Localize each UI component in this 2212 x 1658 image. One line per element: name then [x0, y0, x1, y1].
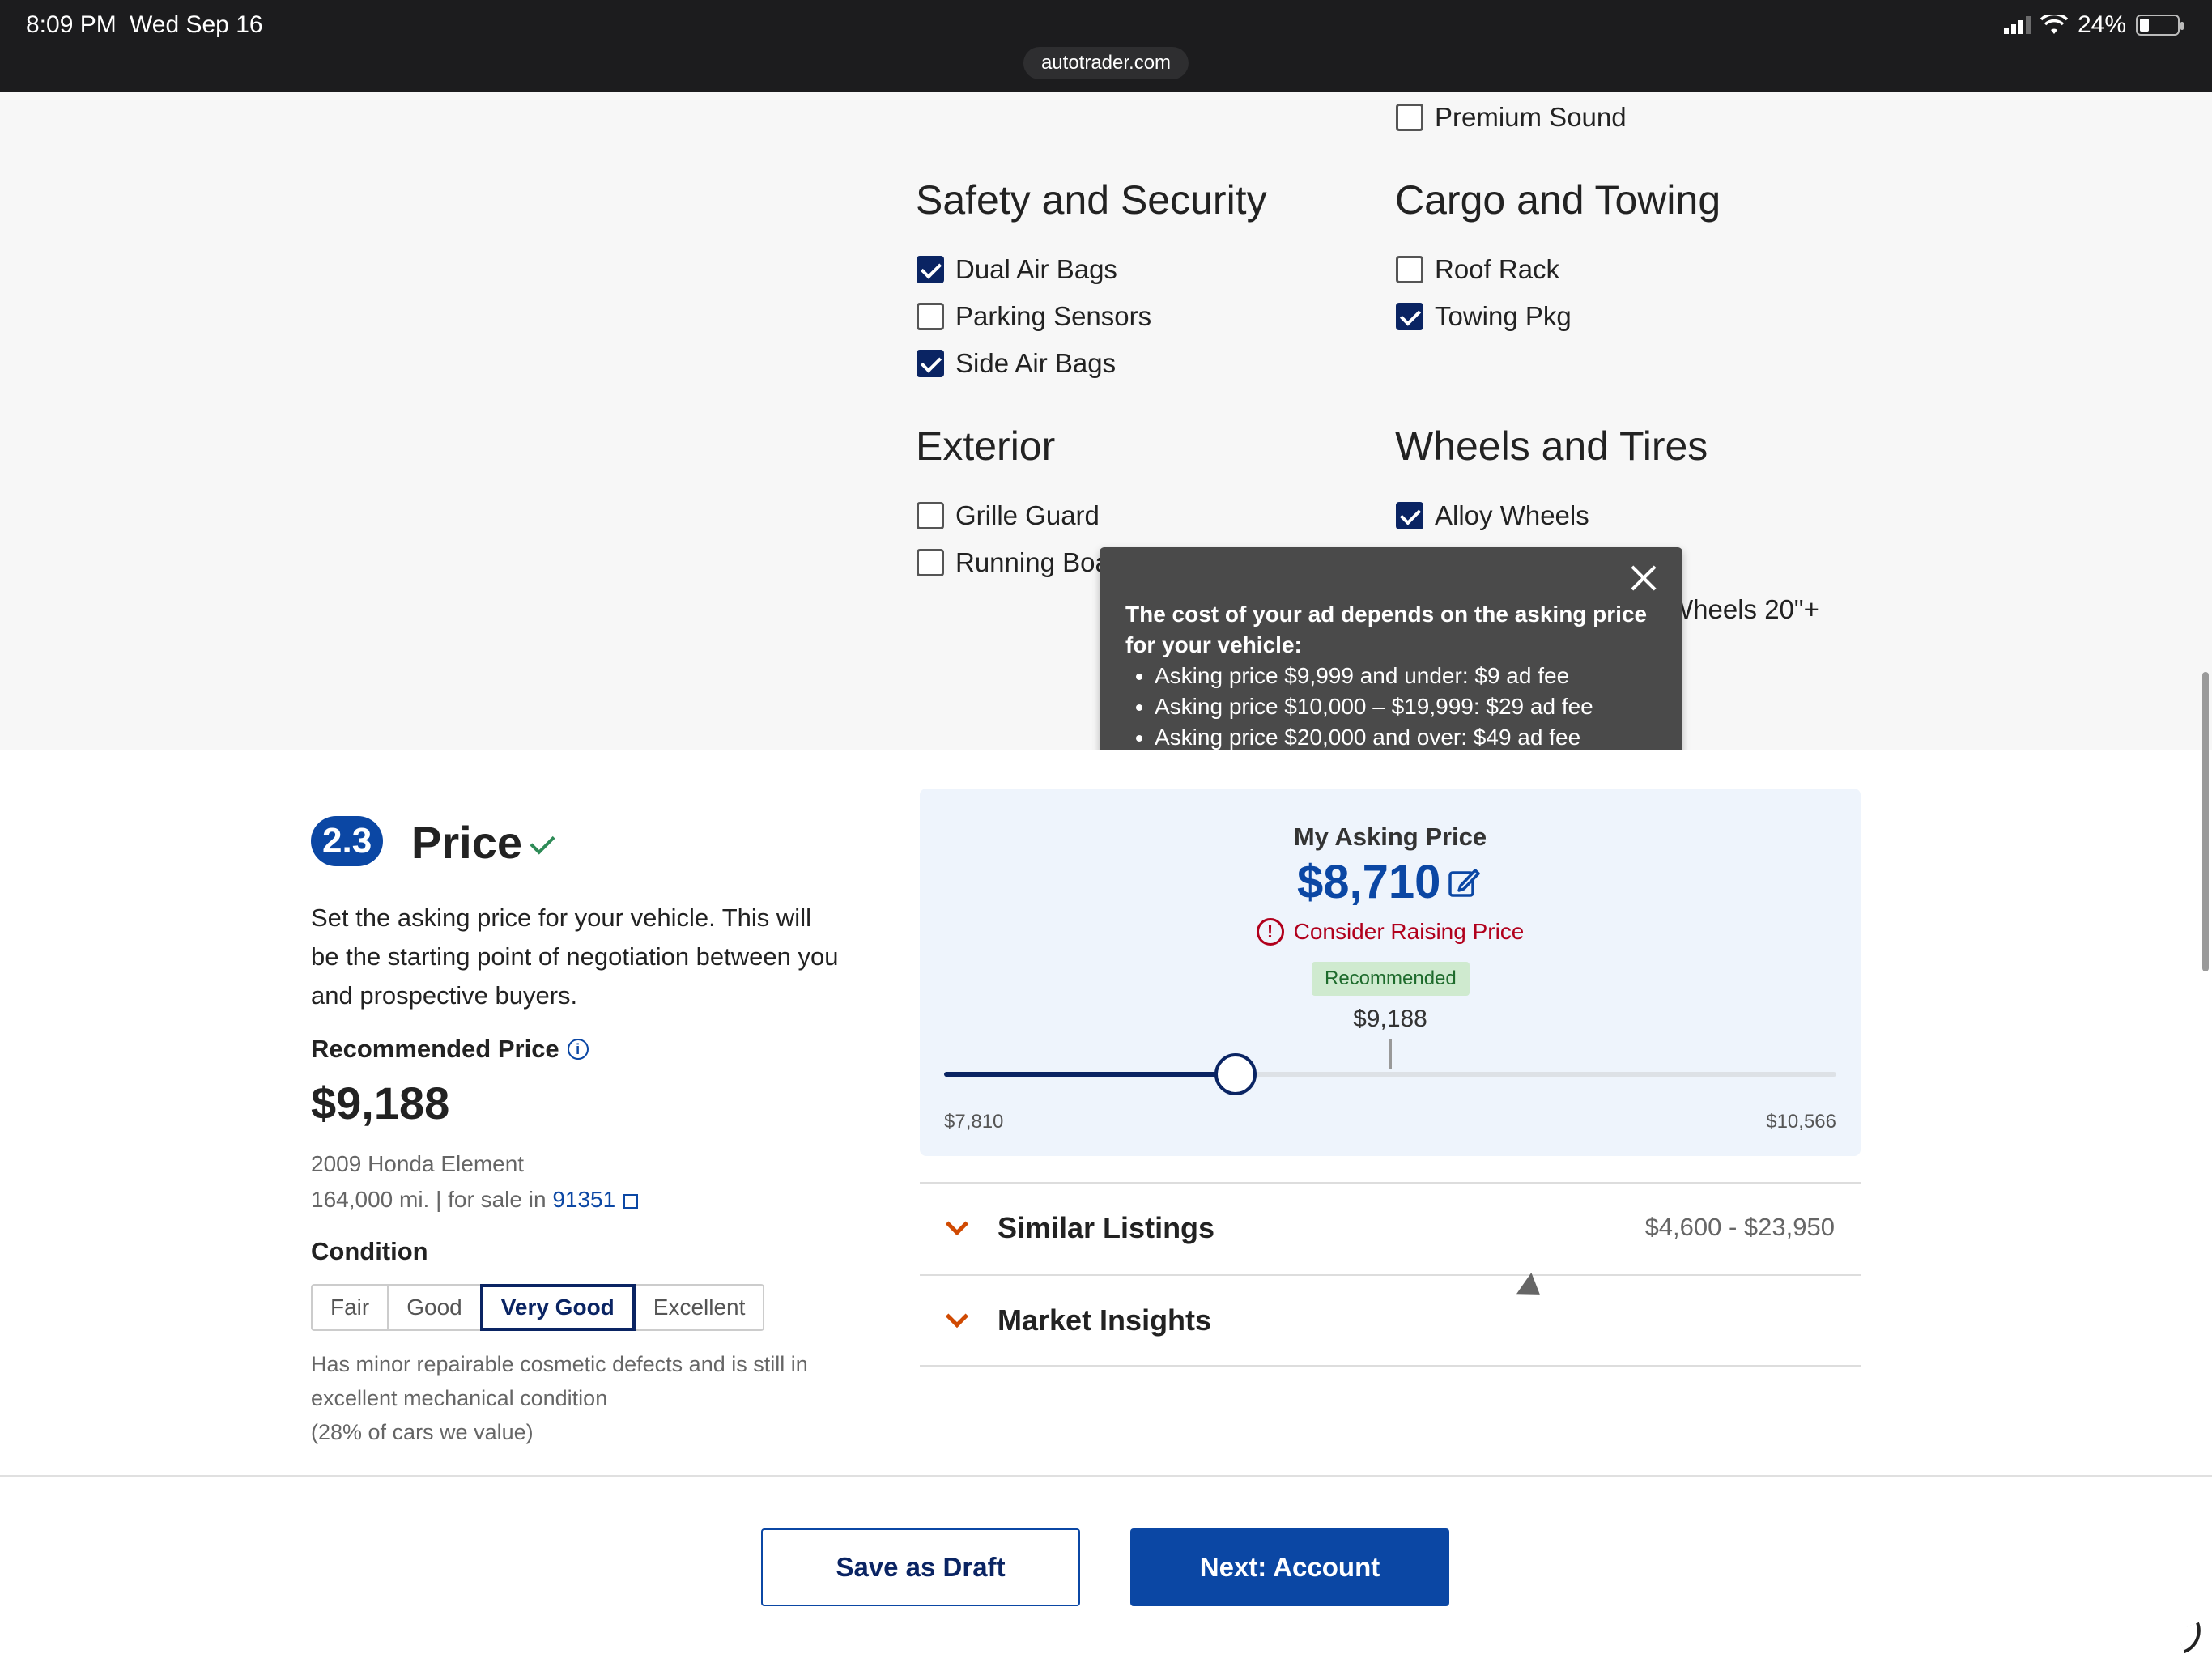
price-section: 2.3 Price Set the asking price for your … [0, 750, 2212, 1475]
price-slider[interactable] [944, 1039, 1836, 1095]
condition-option-excellent[interactable]: Excellent [633, 1284, 765, 1331]
accordion-title: Similar Listings [998, 1211, 1215, 1244]
url-bar[interactable]: autotrader.com [1023, 47, 1189, 79]
slider-fill [944, 1072, 1236, 1077]
accordion-similar-listings[interactable]: Similar Listings $4,600 - $23,950 [920, 1182, 1861, 1274]
status-bar: 8:09 PM Wed Sep 16 autotrader.com 24% [0, 0, 2212, 92]
slider-max-label: $10,566 [1766, 1111, 1836, 1133]
recommended-price-label: Recommended Price i [311, 1035, 589, 1064]
vehicle-name: 2009 Honda Element [311, 1151, 525, 1176]
tooltip-list: Asking price $9,999 and under: $9 ad fee… [1155, 661, 1657, 753]
accordion-title: Market Insights [998, 1303, 1212, 1337]
status-date: Wed Sep 16 [130, 11, 263, 38]
edit-zip-icon[interactable] [623, 1194, 639, 1209]
slider-min-label: $7,810 [944, 1111, 1004, 1133]
checkbox-box[interactable] [917, 502, 944, 529]
condition-desc-percent: (28% of cars we value) [311, 1420, 534, 1444]
safety-heading: Safety and Security [916, 177, 1267, 223]
checkbox-label-partial: Wheels 20"+ [1668, 594, 1819, 624]
price-warning: ! Consider Raising Price [920, 918, 1861, 946]
checkbox-box[interactable] [917, 256, 944, 283]
close-icon[interactable] [1626, 560, 1661, 596]
asking-price-value[interactable]: $8,710 [1297, 855, 1440, 909]
similar-price-range: $4,600 - $23,950 [1644, 1213, 1835, 1241]
tooltip-item: Asking price $10,000 – $19,999: $29 ad f… [1155, 691, 1657, 722]
checkbox-side-air-bags[interactable]: Side Air Bags [917, 348, 1116, 379]
cellular-signal-icon [2003, 16, 2031, 34]
exterior-heading: Exterior [916, 423, 1056, 469]
price-description: Set the asking price for your vehicle. T… [311, 903, 839, 1010]
checkbox-running-boards[interactable]: Running Boa [917, 547, 1110, 578]
condition-option-very-good[interactable]: Very Good [479, 1284, 636, 1331]
battery-icon [2136, 15, 2184, 36]
warning-text: Consider Raising Price [1293, 919, 1525, 944]
section-title: Price [411, 817, 522, 868]
cargo-heading: Cargo and Towing [1395, 177, 1721, 223]
chevron-down-icon [945, 1212, 969, 1236]
checkbox-box[interactable] [917, 350, 944, 377]
battery-percent: 24% [2077, 11, 2126, 38]
tooltip-item: Asking price $20,000 and over: $49 ad fe… [1155, 722, 1657, 753]
recommended-marker [1389, 1039, 1392, 1069]
condition-option-good[interactable]: Good [387, 1284, 482, 1331]
checkbox-box[interactable] [1396, 256, 1423, 283]
checkbox-label: Alloy Wheels [1435, 500, 1589, 530]
edit-price-icon[interactable] [1448, 866, 1480, 899]
asking-price-label: My Asking Price [1293, 823, 1487, 851]
vehicle-info: 2009 Honda Element 164,000 mi. | for sal… [311, 1146, 639, 1218]
checkbox-towing-pkg[interactable]: Towing Pkg [1396, 301, 1572, 332]
tooltip-item: Asking price $9,999 and under: $9 ad fee [1155, 661, 1657, 691]
slider-thumb[interactable] [1214, 1053, 1257, 1095]
condition-selector: Fair Good Very Good Excellent [311, 1284, 765, 1331]
mileage-text: 164,000 mi. | for sale in [311, 1187, 547, 1212]
mileage-location: 164,000 mi. | for sale in 91351 [311, 1182, 639, 1218]
checkbox-box[interactable] [1396, 502, 1423, 529]
scrollbar[interactable] [2202, 672, 2209, 971]
info-icon[interactable]: i [567, 1039, 589, 1060]
checkbox-grille-guard[interactable]: Grille Guard [917, 500, 1100, 531]
checkbox-label: Running Boa [955, 547, 1110, 577]
checkbox-label: Roof Rack [1435, 254, 1560, 284]
checkbox-box[interactable] [1396, 104, 1423, 131]
recommended-price: $9,188 [311, 1078, 450, 1129]
alert-icon: ! [1256, 918, 1284, 946]
wheels-heading: Wheels and Tires [1395, 423, 1708, 469]
check-icon [530, 829, 555, 855]
next-account-button[interactable]: Next: Account [1130, 1528, 1449, 1606]
recommended-label-text: Recommended Price [311, 1035, 559, 1063]
condition-desc-text: Has minor repairable cosmetic defects an… [311, 1352, 808, 1410]
checkbox-roof-rack[interactable]: Roof Rack [1396, 254, 1559, 285]
chevron-down-icon [945, 1304, 969, 1329]
action-bar: Save as Draft Next: Account [0, 1475, 2212, 1658]
checkbox-alloy-wheels[interactable]: Alloy Wheels [1396, 500, 1589, 531]
checkbox-box[interactable] [1396, 303, 1423, 330]
wifi-icon [2040, 15, 2068, 34]
checkbox-label: Grille Guard [955, 500, 1100, 530]
checkbox-box[interactable] [917, 303, 944, 330]
checkbox-parking-sensors[interactable]: Parking Sensors [917, 301, 1151, 332]
tooltip-title: The cost of your ad depends on the askin… [1125, 602, 1648, 657]
ad-fee-tooltip: The cost of your ad depends on the askin… [1100, 547, 1682, 792]
checkbox-premium-sound[interactable]: Premium Sound [1396, 102, 1627, 133]
status-indicators: 24% [2003, 11, 2184, 39]
condition-description: Has minor repairable cosmetic defects an… [311, 1347, 878, 1449]
accordion-market-insights[interactable]: Market Insights [920, 1274, 1861, 1367]
status-time: 8:09 PM [26, 11, 117, 38]
recommended-value: $9,188 [1353, 1005, 1427, 1032]
checkbox-label: Side Air Bags [955, 348, 1117, 378]
zip-link[interactable]: 91351 [552, 1187, 615, 1212]
checkbox-label: Premium Sound [1435, 102, 1627, 132]
save-draft-button[interactable]: Save as Draft [761, 1528, 1080, 1606]
checkbox-label: Parking Sensors [955, 301, 1152, 331]
checkbox-label: Dual Air Bags [955, 254, 1117, 284]
checkbox-dual-air-bags[interactable]: Dual Air Bags [917, 254, 1117, 285]
recommended-badge: Recommended [1312, 962, 1470, 996]
step-badge: 2.3 [311, 816, 384, 866]
condition-label: Condition [311, 1237, 428, 1265]
checkbox-box[interactable] [917, 549, 944, 576]
asking-price-card: My Asking Price $8,710 ! Consider Raisin… [920, 789, 1861, 1156]
checkbox-label: Towing Pkg [1435, 301, 1572, 331]
condition-option-fair[interactable]: Fair [311, 1284, 389, 1331]
